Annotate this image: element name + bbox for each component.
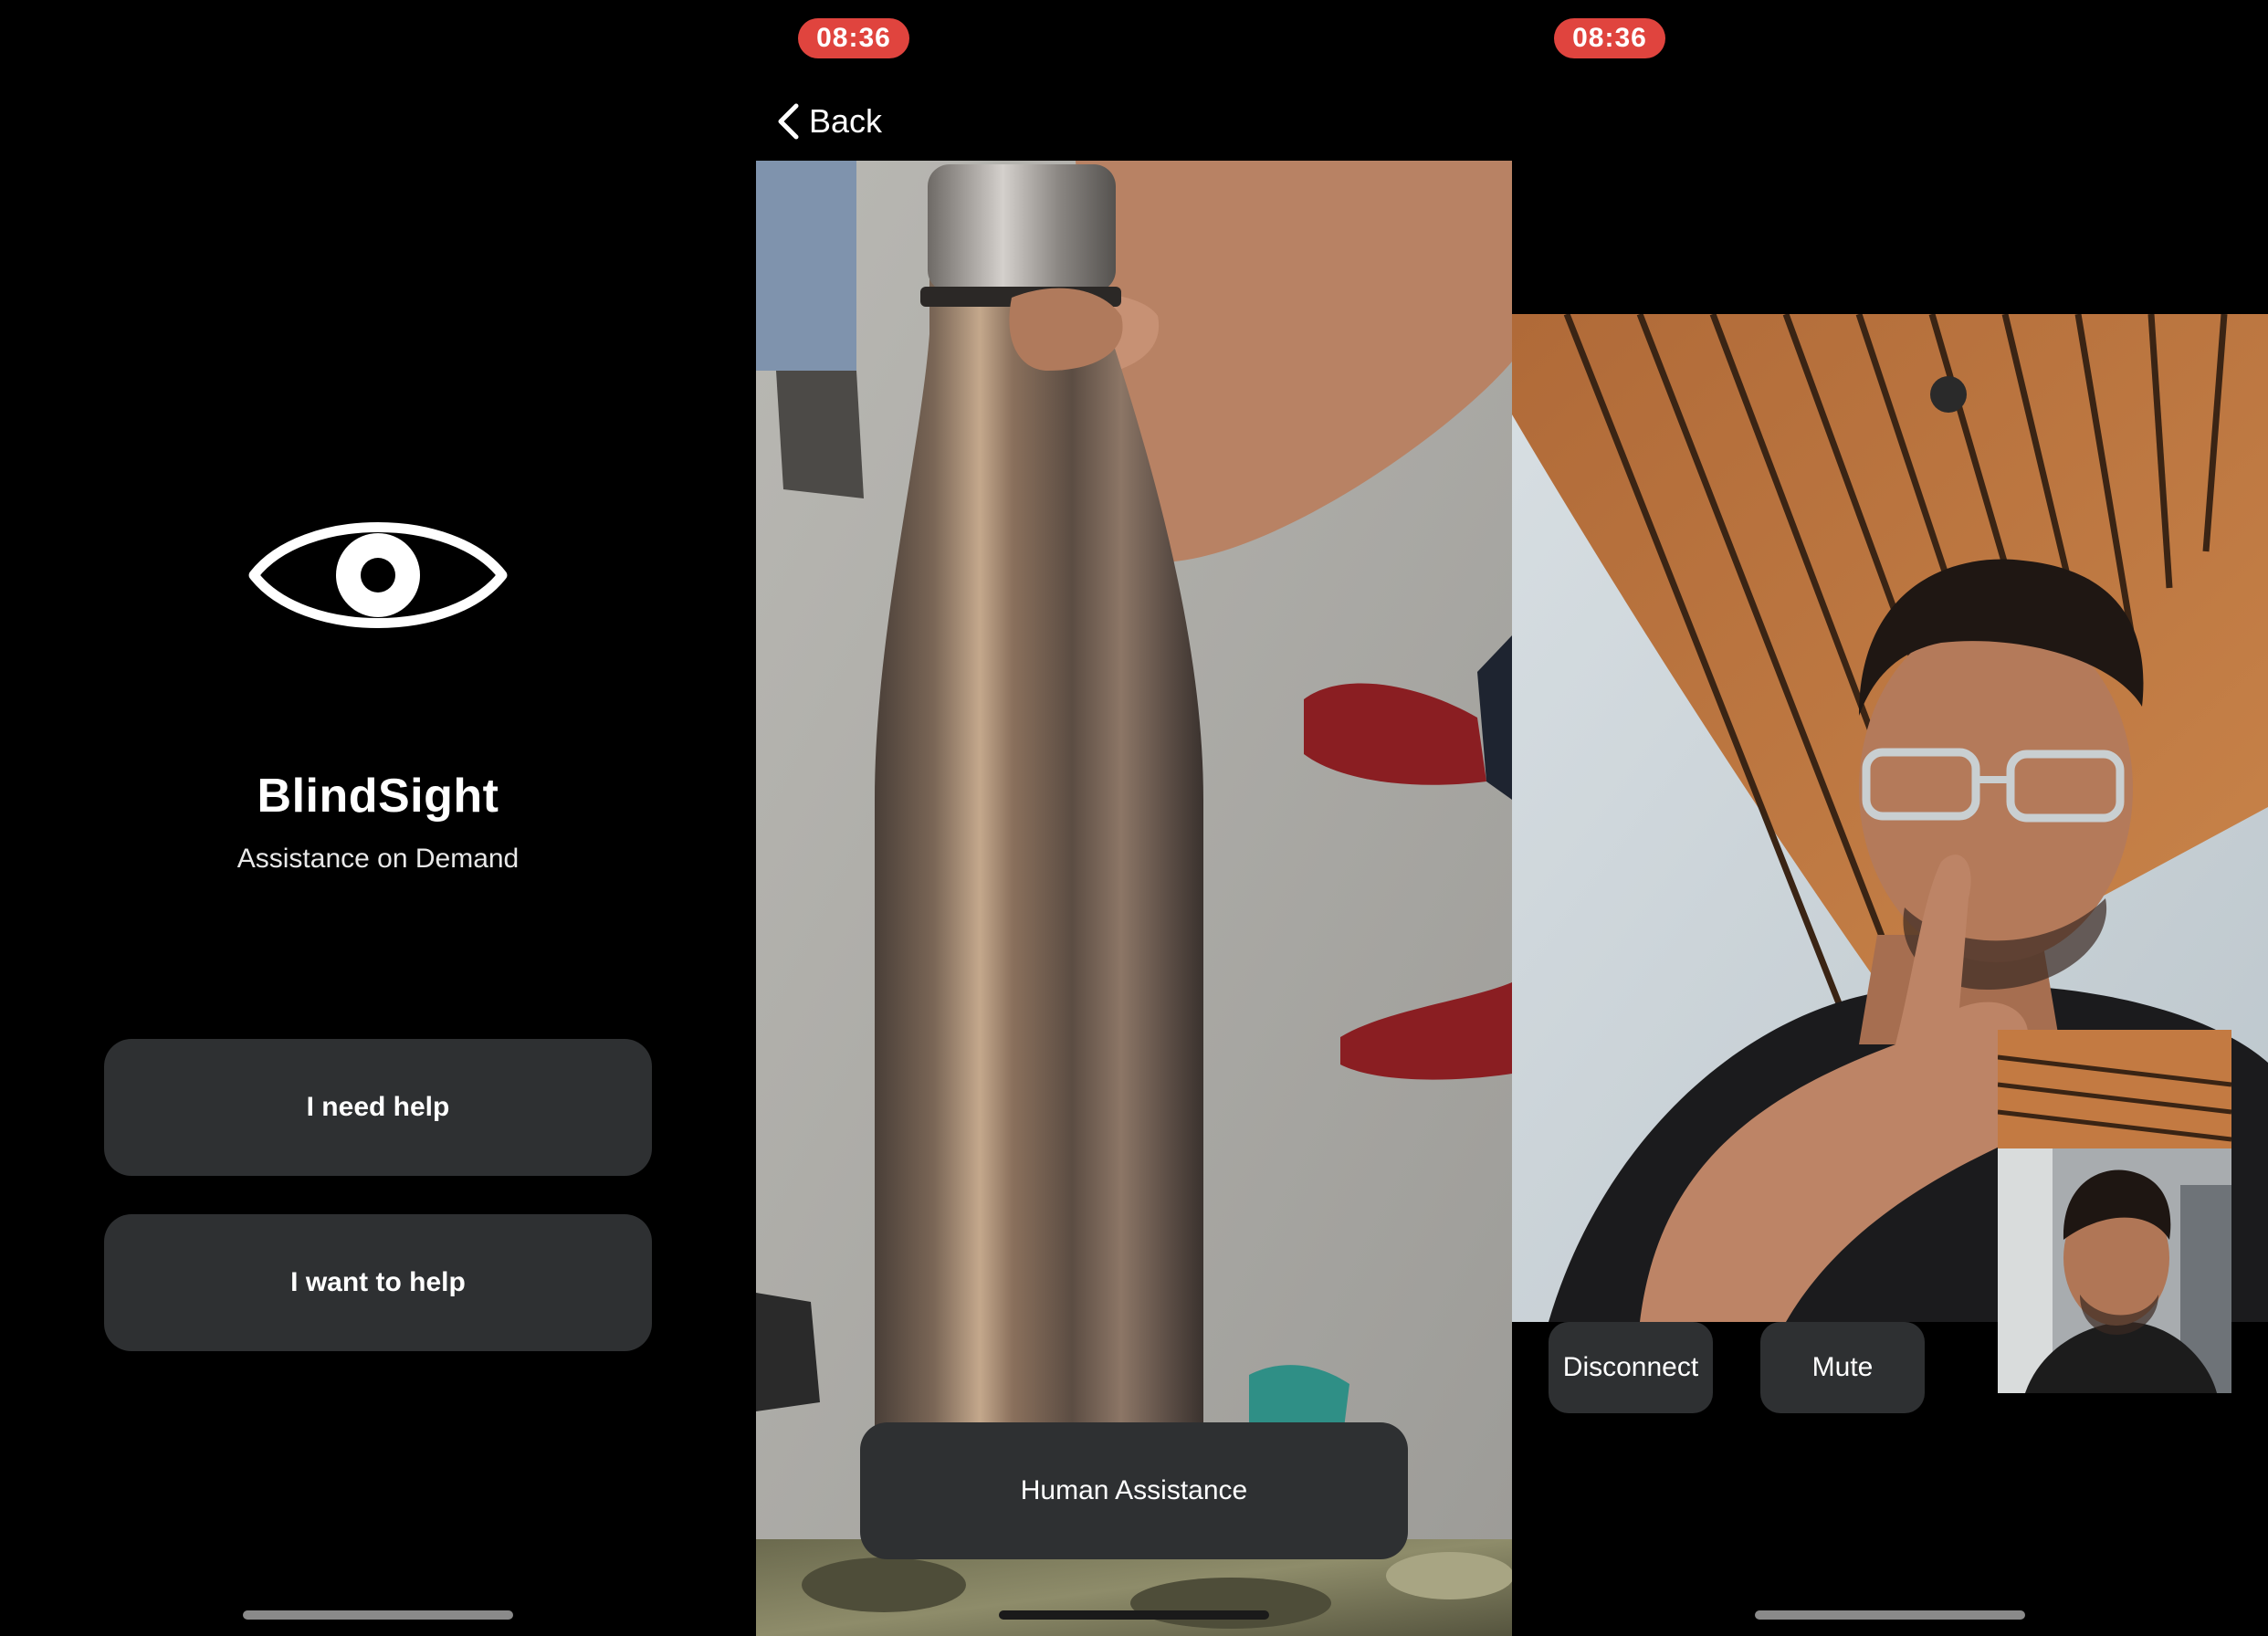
self-view-video[interactable] [1998,1030,2231,1393]
time-pill: 08:36 [1554,18,1665,58]
need-help-button[interactable]: I need help [104,1039,652,1176]
camera-feed [756,161,1512,1636]
app-title: BlindSight [257,770,499,823]
camera-image [756,161,1512,1636]
mute-label: Mute [1811,1352,1874,1382]
disconnect-label: Disconnect [1562,1352,1699,1382]
disconnect-button[interactable]: Disconnect [1549,1322,1713,1413]
want-to-help-label: I want to help [290,1267,466,1297]
home-screen: BlindSight Assistance on Demand I need h… [0,0,756,1636]
chevron-left-icon [778,103,799,140]
back-button[interactable]: Back [776,99,882,144]
self-view-image [1998,1030,2231,1393]
human-assistance-label: Human Assistance [1020,1475,1248,1505]
time-pill: 08:36 [798,18,909,58]
want-to-help-button[interactable]: I want to help [104,1214,652,1351]
home-indicator[interactable] [999,1610,1269,1620]
video-call-screen: 08:36 Disconnect Mute [1512,0,2268,1636]
need-help-label: I need help [306,1092,450,1122]
eye-icon [248,522,508,628]
home-indicator[interactable] [1755,1610,2025,1620]
mute-button[interactable]: Mute [1760,1322,1925,1413]
human-assistance-button[interactable]: Human Assistance [860,1422,1408,1559]
home-indicator[interactable] [243,1610,513,1620]
app-subtitle: Assistance on Demand [236,844,520,874]
camera-screen: 08:36 Back Human Assistance [756,0,1512,1636]
back-label: Back [809,102,883,140]
